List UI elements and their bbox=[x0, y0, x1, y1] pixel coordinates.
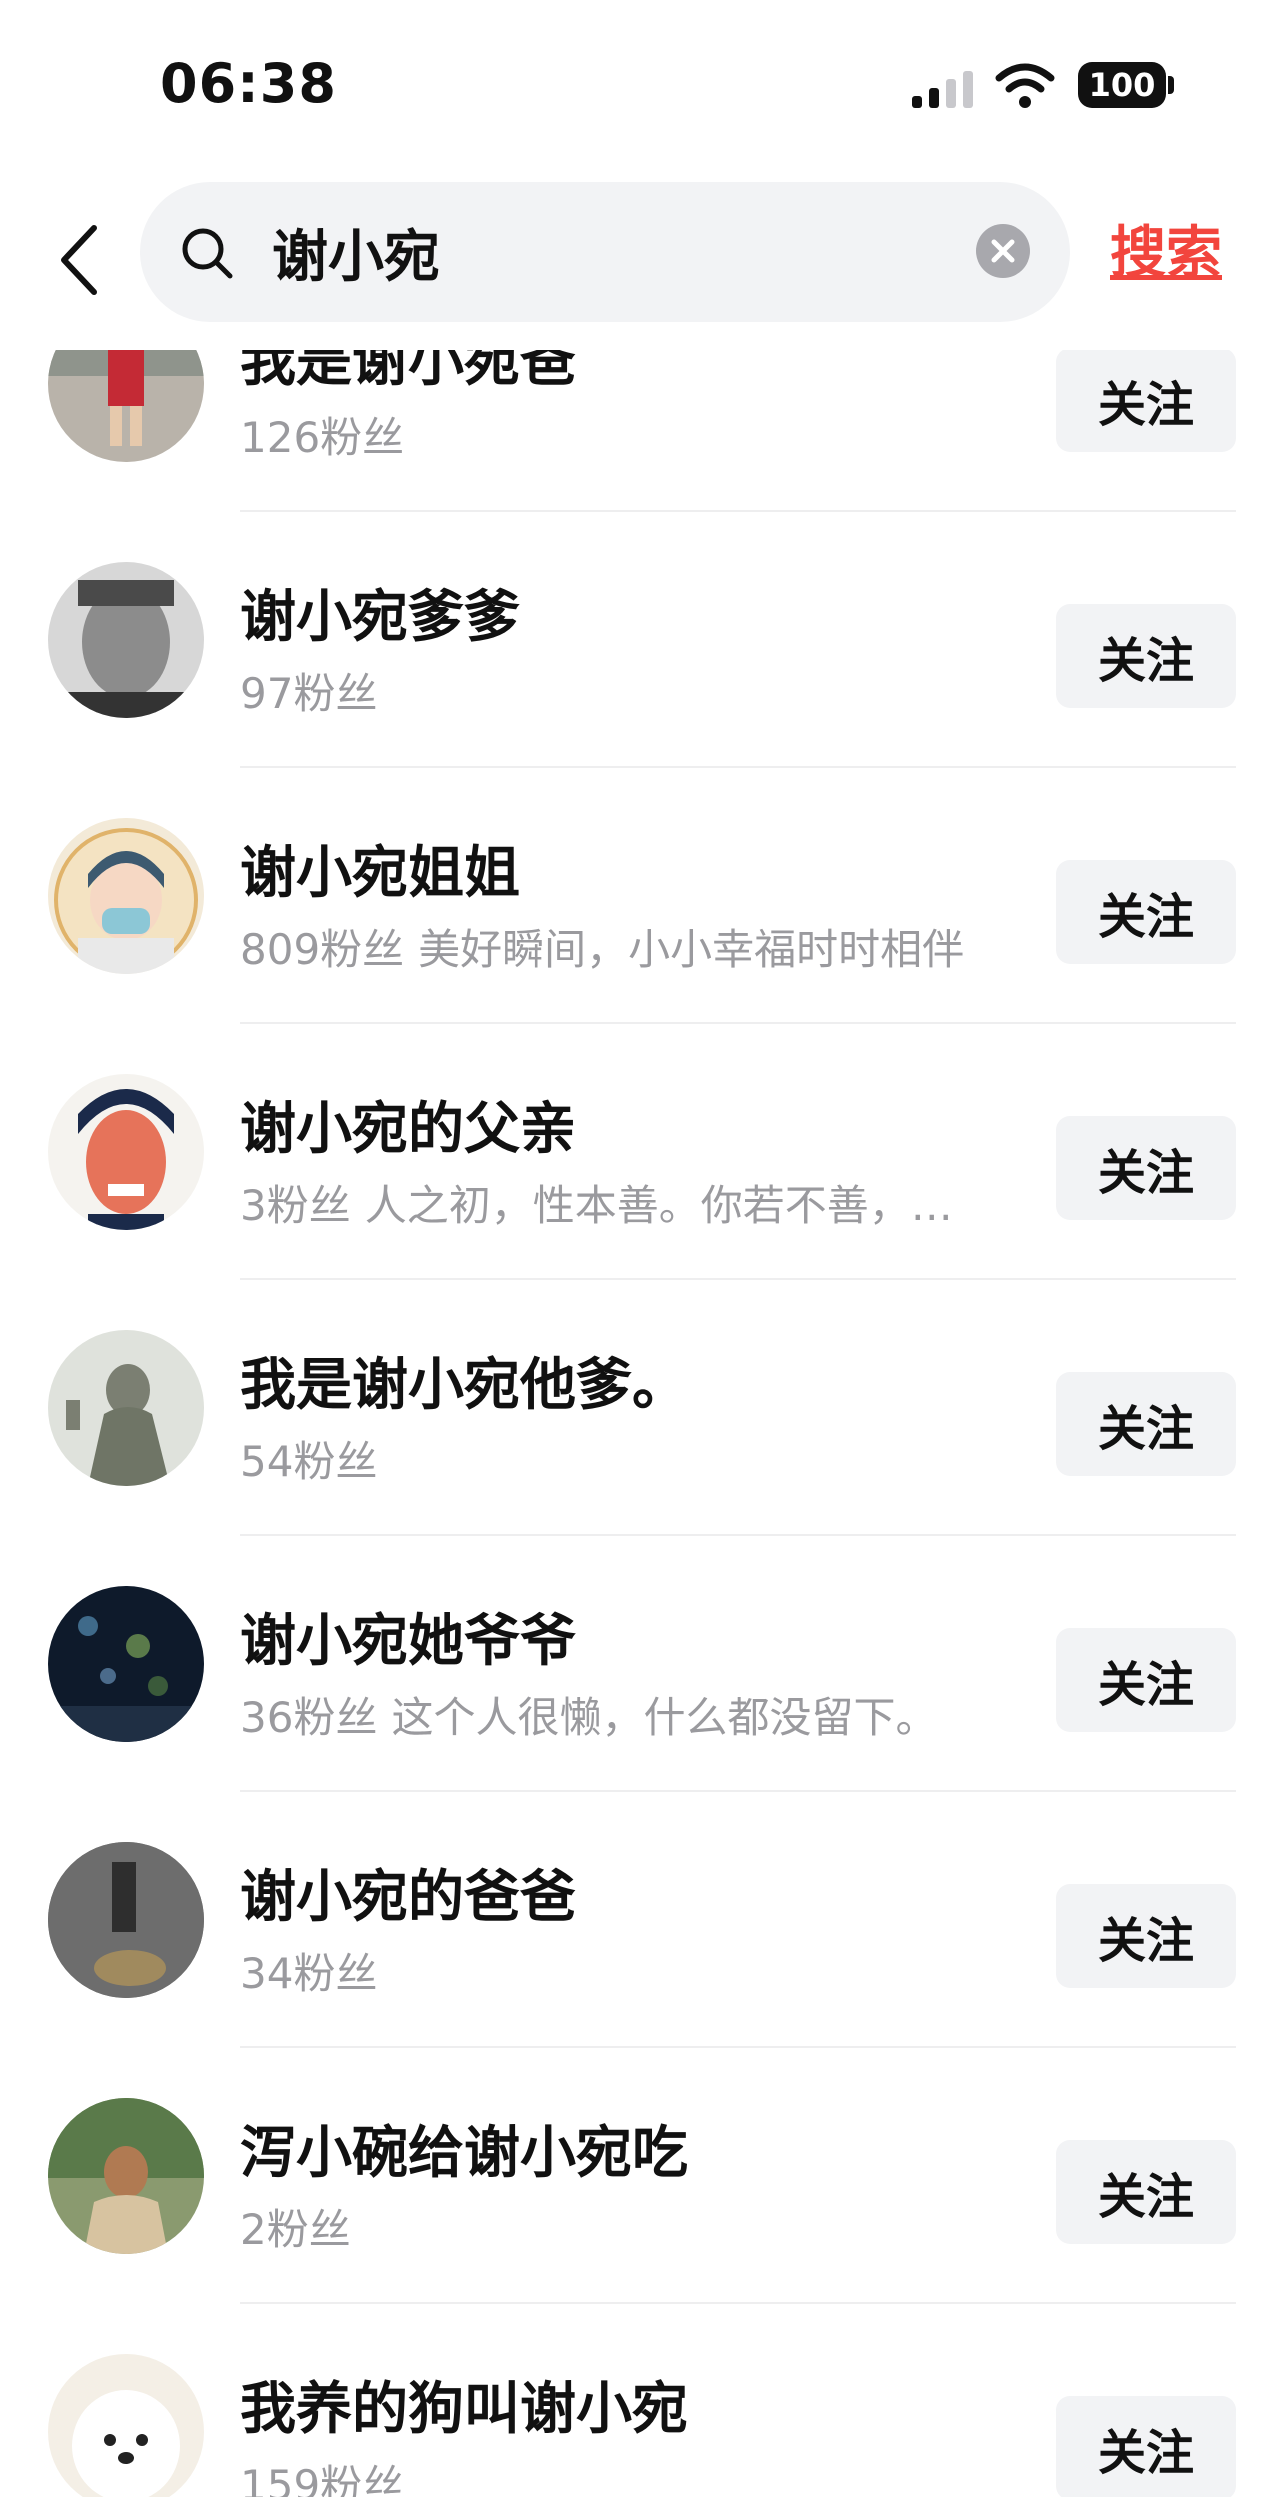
list-item[interactable]: 谢小宛姐姐 809粉丝 美好瞬间，小小幸福时时相伴 关注 bbox=[0, 768, 1280, 1024]
follow-button[interactable]: 关注 bbox=[1056, 2396, 1236, 2497]
fans-count: 34粉丝 bbox=[240, 1949, 378, 1998]
list-item[interactable]: 我是谢小宛他爹。 54粉丝 关注 bbox=[0, 1280, 1280, 1536]
results-list: 我是谢小宛爸 126粉丝 关注 谢小宛爹爹 97粉丝 关注 谢小宛姐姐 809粉… bbox=[0, 350, 1280, 2497]
battery-icon: 100 bbox=[1078, 62, 1166, 108]
fans-count: 36粉丝 bbox=[240, 1693, 378, 1742]
user-meta: 97粉丝 bbox=[240, 660, 1020, 721]
list-item[interactable]: 谢小宛的爸爸 34粉丝 关注 bbox=[0, 1792, 1280, 2048]
user-meta: 159粉丝 bbox=[240, 2452, 1020, 2497]
user-meta: 2粉丝 bbox=[240, 2196, 1020, 2257]
fans-count: 809粉丝 bbox=[240, 925, 405, 974]
search-box[interactable] bbox=[140, 182, 1070, 322]
avatar bbox=[48, 2354, 204, 2497]
fans-count: 3粉丝 bbox=[240, 1181, 351, 1230]
avatar bbox=[48, 562, 204, 718]
clear-icon[interactable] bbox=[976, 224, 1030, 278]
user-meta: 809粉丝 美好瞬间，小小幸福时时相伴 bbox=[240, 916, 1020, 977]
follow-button[interactable]: 关注 bbox=[1056, 1372, 1236, 1476]
list-item[interactable]: 泻小碗给谢小宛吃 2粉丝 关注 bbox=[0, 2048, 1280, 2304]
follow-button[interactable]: 关注 bbox=[1056, 1884, 1236, 1988]
list-item[interactable]: 谢小宛爹爹 97粉丝 关注 bbox=[0, 512, 1280, 768]
avatar bbox=[48, 818, 204, 974]
user-name: 谢小宛她爷爷 bbox=[240, 1609, 576, 1674]
fans-count: 126粉丝 bbox=[240, 413, 405, 462]
user-bio: 美好瞬间，小小幸福时时相伴 bbox=[418, 925, 965, 974]
avatar bbox=[48, 1074, 204, 1230]
follow-button[interactable]: 关注 bbox=[1056, 350, 1236, 452]
fans-count: 159粉丝 bbox=[240, 2461, 405, 2497]
list-item[interactable]: 我养的狗叫谢小宛 159粉丝 关注 bbox=[0, 2304, 1280, 2497]
avatar bbox=[48, 1330, 204, 1486]
avatar bbox=[48, 1842, 204, 1998]
search-submit-button[interactable]: 搜索 bbox=[1110, 208, 1222, 289]
avatar bbox=[48, 1586, 204, 1742]
signal-icon bbox=[912, 71, 973, 108]
fans-count: 97粉丝 bbox=[240, 669, 378, 718]
user-bio: 人之初，性本善。你若不善，… bbox=[364, 1181, 953, 1230]
back-arrow-icon[interactable] bbox=[52, 220, 108, 300]
status-time: 06:38 bbox=[160, 52, 337, 115]
user-name: 我是谢小宛爸 bbox=[240, 350, 576, 394]
search-header: 搜索 bbox=[0, 170, 1280, 350]
user-meta: 34粉丝 bbox=[240, 1940, 1020, 2001]
user-name: 泻小碗给谢小宛吃 bbox=[240, 2121, 688, 2186]
user-name: 谢小宛的爸爸 bbox=[240, 1865, 576, 1930]
follow-button[interactable]: 关注 bbox=[1056, 1628, 1236, 1732]
user-meta: 126粉丝 bbox=[240, 404, 1020, 465]
fans-count: 2粉丝 bbox=[240, 2205, 351, 2254]
user-name: 我是谢小宛他爹。 bbox=[240, 1353, 688, 1418]
user-bio: 这个人很懒，什么都没留下。 bbox=[391, 1693, 938, 1742]
status-bar: 06:38 100 bbox=[0, 0, 1280, 170]
follow-button[interactable]: 关注 bbox=[1056, 604, 1236, 708]
battery-tip bbox=[1168, 76, 1174, 94]
list-item[interactable]: 我是谢小宛爸 126粉丝 关注 bbox=[0, 350, 1280, 512]
user-meta: 54粉丝 bbox=[240, 1428, 1020, 1489]
user-name: 我养的狗叫谢小宛 bbox=[240, 2377, 688, 2442]
follow-button[interactable]: 关注 bbox=[1056, 1116, 1236, 1220]
user-name: 谢小宛姐姐 bbox=[240, 841, 520, 906]
wifi-icon bbox=[995, 63, 1055, 108]
user-name: 谢小宛爹爹 bbox=[240, 585, 520, 650]
avatar bbox=[48, 350, 204, 462]
list-item[interactable]: 谢小宛她爷爷 36粉丝 这个人很懒，什么都没留下。 关注 bbox=[0, 1536, 1280, 1792]
search-icon bbox=[182, 228, 233, 279]
user-name: 谢小宛的父亲 bbox=[240, 1097, 576, 1162]
follow-button[interactable]: 关注 bbox=[1056, 2140, 1236, 2244]
search-input[interactable] bbox=[272, 212, 932, 292]
user-meta: 3粉丝 人之初，性本善。你若不善，… bbox=[240, 1172, 1020, 1233]
list-item[interactable]: 谢小宛的父亲 3粉丝 人之初，性本善。你若不善，… 关注 bbox=[0, 1024, 1280, 1280]
avatar bbox=[48, 2098, 204, 2254]
fans-count: 54粉丝 bbox=[240, 1437, 378, 1486]
follow-button[interactable]: 关注 bbox=[1056, 860, 1236, 964]
user-meta: 36粉丝 这个人很懒，什么都没留下。 bbox=[240, 1684, 1020, 1745]
